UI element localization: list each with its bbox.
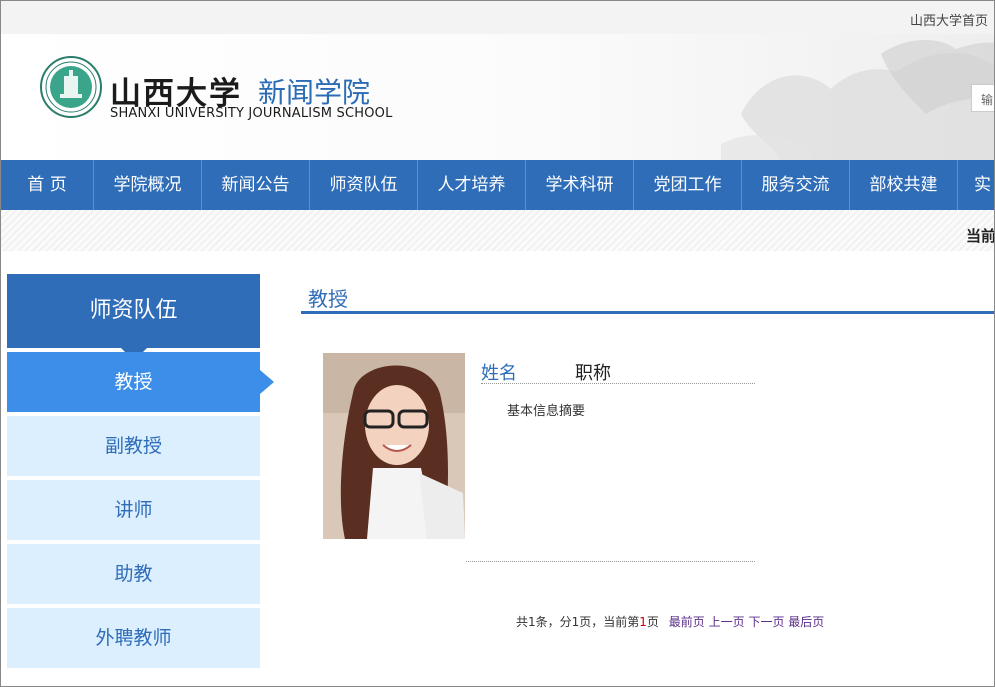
section-title: 教授 [308,287,348,311]
nav-item-overview[interactable]: 学院概况 [94,160,202,210]
teacher-name[interactable]: 姓名 [481,359,517,385]
sidebar-item-professor[interactable]: 教授 [7,352,274,413]
nav-item-research[interactable]: 学术科研 [526,160,634,210]
teacher-title: 职称 [575,363,611,384]
search-placeholder: 输 [981,93,994,107]
search-input[interactable]: 输 [971,84,994,112]
sidebar-item-assistant[interactable]: 助教 [7,544,260,605]
section-divider [301,311,994,314]
pager-current-page: 1 [639,615,647,629]
university-home-link[interactable]: 山西大学首页 [910,10,988,29]
nav-item-cooperation[interactable]: 部校共建 [850,160,958,210]
sidebar-item-lecturer[interactable]: 讲师 [7,480,260,541]
nav-item-education[interactable]: 人才培养 [418,160,526,210]
nav-item-service[interactable]: 服务交流 [742,160,850,210]
main-nav: 首 页 学院概况 新闻公告 师资队伍 人才培养 学术科研 党团工作 服务交流 部… [1,160,994,210]
breadcrumb-bar: 当前 [1,210,994,251]
list-item-divider [466,561,755,562]
nav-item-party[interactable]: 党团工作 [634,160,742,210]
profile-divider [481,383,755,384]
pager-summary-prefix: 共1条，分1页，当前第 [516,615,640,629]
nav-item-truncated[interactable]: 实 [958,160,994,210]
nav-item-news[interactable]: 新闻公告 [202,160,310,210]
site-header: 山西大学 新闻学院 SHANXI UNIVERSITY JOURNALISM S… [1,34,994,160]
pager-last-link[interactable]: 最后页 [788,615,824,629]
school-name-en: SHANXI UNIVERSITY JOURNALISM SCHOOL [110,106,393,121]
sidebar-item-label: 教授 [114,371,153,393]
sidebar-item-associate-professor[interactable]: 副教授 [7,416,260,477]
school-name: 新闻学院 [258,76,371,109]
page-frame: 山西大学首页 山西大学 新闻学院 SHANXI UNIVERSITY JOURN… [0,0,995,687]
active-arrow-icon [260,370,274,394]
teacher-summary: 基本信息摘要 [507,404,586,419]
horse-banner-image [721,39,994,160]
pager-first-link[interactable]: 最前页 [669,615,705,629]
nav-item-home[interactable]: 首 页 [1,160,94,210]
sidebar-title: 师资队伍 [7,274,260,348]
pagination: 共1条，分1页，当前第1页 最前页 上一页 下一页 最后页 [516,613,824,630]
breadcrumb: 当前 [966,227,995,245]
sidebar-item-external-teacher[interactable]: 外聘教师 [7,608,260,669]
pager-summary-suffix: 页 [646,615,659,629]
university-seal-logo [40,56,102,118]
top-bar: 山西大学首页 [1,1,994,34]
nav-item-faculty[interactable]: 师资队伍 [310,160,418,210]
pager-prev-link[interactable]: 上一页 [709,615,745,629]
pager-next-link[interactable]: 下一页 [748,615,784,629]
teacher-photo[interactable] [323,353,465,539]
